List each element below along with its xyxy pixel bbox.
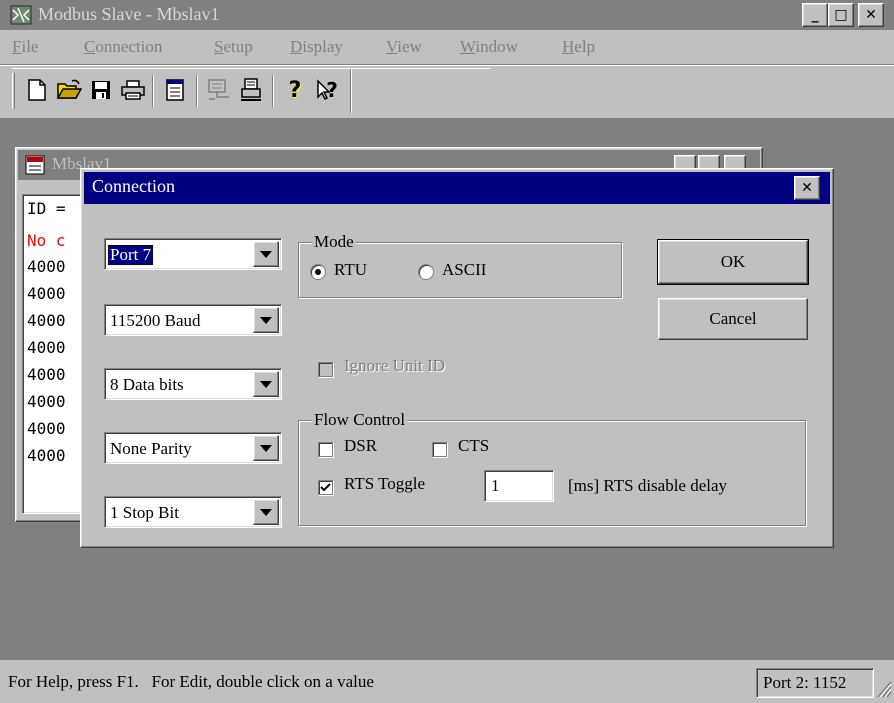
grid-row[interactable]: 4000: [27, 392, 66, 411]
status-port-info: Port 2: 1152: [763, 673, 847, 692]
menu-connection[interactable]: Connection: [84, 37, 162, 57]
menu-help[interactable]: Help: [562, 37, 595, 57]
data-bits-value: 8 Data bits: [110, 375, 184, 394]
mode-group-label: Mode: [312, 232, 356, 252]
baud-value: 115200 Baud: [110, 311, 201, 330]
print-icon[interactable]: [118, 75, 148, 105]
menu-display-accel: D: [290, 37, 303, 56]
connect-icon[interactable]: [204, 75, 234, 105]
window-icon[interactable]: [160, 75, 190, 105]
menu-bar: File Connection Setup Display View Windo…: [0, 32, 894, 62]
app-icon[interactable]: [10, 5, 32, 25]
menu-file[interactable]: File: [12, 37, 38, 57]
rts-delay-input[interactable]: 1: [484, 470, 554, 502]
chevron-down-icon[interactable]: [253, 307, 279, 333]
rtu-radio[interactable]: [310, 264, 326, 280]
stop-bits-select[interactable]: 1 Stop Bit: [104, 496, 282, 528]
chevron-down-icon[interactable]: [253, 241, 279, 267]
toolbar-separator: [272, 75, 274, 107]
menu-help-label: elp: [574, 37, 596, 56]
flow-control-group-label: Flow Control: [312, 410, 408, 430]
dsr-label[interactable]: DSR: [344, 436, 377, 456]
app-title: Modbus Slave - Mbslav1: [38, 4, 220, 24]
dsr-checkbox[interactable]: [318, 442, 333, 457]
ascii-label[interactable]: ASCII: [442, 260, 486, 280]
chevron-down-icon[interactable]: [253, 371, 279, 397]
parity-value: None Parity: [110, 439, 192, 458]
grid-row[interactable]: 4000: [27, 446, 66, 465]
menu-connection-accel: C: [84, 37, 96, 56]
chevron-down-icon[interactable]: [253, 435, 279, 461]
menu-window[interactable]: Window: [460, 37, 518, 57]
cts-checkbox[interactable]: [432, 442, 447, 457]
close-button[interactable]: ✕: [858, 3, 884, 27]
menu-view-accel: V: [386, 37, 398, 56]
maximize-button[interactable]: □: [828, 3, 854, 27]
doc-icon: [24, 154, 46, 176]
register-grid[interactable]: ID = No c 4000 4000 4000 4000 4000 4000 …: [22, 194, 82, 514]
menu-file-label: ile: [21, 37, 39, 56]
rts-toggle-label[interactable]: RTS Toggle: [344, 474, 425, 494]
grid-row[interactable]: 4000: [27, 419, 66, 438]
menu-window-accel: W: [460, 37, 476, 56]
grid-row[interactable]: 4000: [27, 365, 66, 384]
baud-select[interactable]: 115200 Baud: [104, 304, 282, 336]
status-port-panel: Port 2: 1152: [756, 668, 874, 698]
toolbar-grip: [12, 73, 15, 109]
status-bar: For Help, press F1. For Edit, double cli…: [0, 664, 894, 702]
ignore-unit-id-label: Ignore Unit ID: [344, 356, 446, 375]
port-value: Port 7: [106, 244, 155, 266]
status-message: For Help, press F1. For Edit, double cli…: [8, 672, 374, 691]
ok-button[interactable]: OK: [657, 239, 809, 285]
ignore-unit-id-checkbox[interactable]: [318, 362, 333, 377]
cts-label[interactable]: CTS: [458, 436, 489, 456]
menu-connection-label: onnection: [95, 37, 163, 56]
menu-display-label: isplay: [302, 37, 343, 56]
printer-setup-icon[interactable]: [236, 75, 266, 105]
port-select[interactable]: Port 7: [104, 238, 282, 270]
save-icon[interactable]: [86, 75, 116, 105]
grid-row: No c: [27, 231, 66, 250]
context-help-glyph: ?: [326, 78, 338, 102]
toolbar-top-line: [0, 64, 894, 66]
dialog-close-button[interactable]: ✕: [794, 176, 820, 200]
menu-setup[interactable]: Setup: [214, 37, 253, 57]
data-bits-select[interactable]: 8 Data bits: [104, 368, 282, 400]
rtu-label[interactable]: RTU: [334, 260, 367, 280]
grid-row[interactable]: 4000: [27, 284, 66, 303]
grid-row[interactable]: 4000: [27, 257, 66, 276]
resize-grip-icon[interactable]: [874, 678, 892, 698]
menu-view-label: iew: [397, 37, 422, 56]
open-icon[interactable]: [54, 75, 84, 105]
chevron-down-icon[interactable]: [253, 499, 279, 525]
help-icon[interactable]: ?: [280, 75, 310, 105]
toolbar-separator: [152, 75, 154, 107]
dialog-title-bar[interactable]: [84, 172, 830, 204]
menu-display[interactable]: Display: [290, 37, 343, 57]
rts-toggle-checkbox[interactable]: [318, 480, 333, 495]
toolbar: ? ?: [12, 68, 490, 113]
context-help-icon[interactable]: ?: [312, 75, 342, 105]
menu-view[interactable]: View: [386, 37, 422, 57]
menu-window-label: indow: [475, 37, 518, 56]
toolbar-end-line: [350, 69, 352, 113]
stop-bits-value: 1 Stop Bit: [110, 503, 179, 522]
new-icon[interactable]: [22, 75, 52, 105]
rts-delay-value: 1: [491, 476, 500, 495]
menu-help-accel: H: [562, 37, 575, 56]
grid-row: ID =: [27, 199, 66, 218]
ascii-radio[interactable]: [418, 264, 434, 280]
parity-select[interactable]: None Parity: [104, 432, 282, 464]
rts-delay-unit-label: [ms] RTS disable delay: [568, 476, 728, 495]
grid-row[interactable]: 4000: [27, 338, 66, 357]
grid-row[interactable]: 4000: [27, 311, 66, 330]
checkmark-icon: [320, 483, 331, 492]
menu-setup-label: etup: [223, 37, 253, 56]
toolbar-separator: [196, 75, 198, 107]
minimize-button[interactable]: _: [802, 3, 828, 27]
cancel-button[interactable]: Cancel: [658, 298, 808, 340]
dialog-title: Connection: [92, 176, 175, 196]
